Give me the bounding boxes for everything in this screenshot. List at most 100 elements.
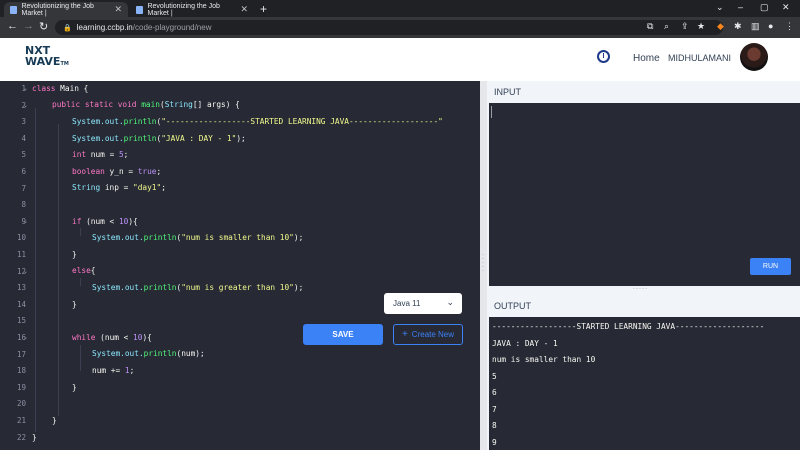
site-favicon-icon (136, 5, 144, 14)
browser-menu-icon[interactable]: ⋮ (785, 21, 794, 32)
user-name[interactable]: MIDHULAMANI (668, 53, 731, 63)
maximize-icon[interactable]: ▢ (760, 2, 769, 13)
line-number: 11 (16, 250, 26, 259)
language-select[interactable]: Java 11 ⌄ (384, 293, 462, 314)
indent-guide (58, 124, 59, 416)
code-line-6: boolean y_n = true; (72, 167, 162, 176)
code-line-17: System.out.println(num); (92, 349, 205, 358)
side-panel-icon[interactable]: ▥ (751, 21, 760, 32)
address-bar[interactable]: 🔒 learning.ccbp.in/code-playground/new (55, 20, 723, 35)
fold-chevron-icon[interactable]: ⌄ (23, 334, 28, 341)
fold-chevron-icon[interactable]: ⌄ (23, 218, 28, 225)
line-number: 3 (21, 117, 26, 127)
output-line: 5 (492, 372, 497, 381)
chevron-down-icon: ⌄ (446, 297, 454, 307)
new-tab-button[interactable]: + (260, 2, 267, 16)
code-line-12: else{ (72, 266, 96, 275)
code-line-3: System.out.println("------------------ST… (72, 117, 443, 126)
indent-guide (80, 345, 81, 371)
fold-chevron-icon[interactable]: ⌄ (23, 268, 28, 275)
back-icon[interactable]: ← (7, 20, 18, 32)
fold-chevron-icon[interactable]: ⌄ (23, 102, 28, 109)
code-line-22: } (32, 433, 37, 442)
code-line-5: int num = 5; (72, 150, 129, 159)
url-host: learning.ccbp.in (76, 23, 133, 32)
metamask-extension-icon[interactable]: ◆ (717, 21, 724, 32)
site-favicon-icon (10, 5, 18, 14)
url-path: /code-playground/new (132, 23, 212, 32)
output-console: ------------------STARTED LEARNING JAVA-… (489, 317, 800, 450)
line-number: 10 (16, 233, 26, 243)
line-number: 20 (16, 399, 26, 409)
code-line-14: } (72, 300, 77, 309)
indent-guide (80, 228, 81, 236)
profile-icon[interactable]: ● (768, 21, 773, 31)
code-line-9: if (num < 10){ (72, 217, 138, 226)
output-line: 8 (492, 421, 497, 430)
output-line: num is smaller than 10 (492, 355, 596, 364)
browser-tab-active[interactable]: Revolutionizing the Job Market | ✕ (4, 2, 128, 17)
reload-icon[interactable]: ↻ (39, 20, 48, 33)
code-line-16: while (num < 10){ (72, 333, 152, 342)
code-line-1: class Main { (32, 84, 89, 93)
app-header: NXT WAVETM Home MIDHULAMANI (0, 38, 800, 81)
forward-icon[interactable]: → (23, 20, 34, 32)
drag-handle-icon[interactable]: · · · · · (482, 252, 484, 274)
nxtwave-logo[interactable]: NXT WAVETM (25, 45, 69, 70)
close-tab-icon[interactable]: ✕ (240, 4, 248, 15)
code-line-10: System.out.println("num is smaller than … (92, 233, 304, 242)
window-close-icon[interactable]: ✕ (782, 2, 790, 13)
text-caret (491, 106, 492, 118)
browser-tab-strip: Revolutionizing the Job Market | ✕ Revol… (0, 0, 800, 17)
code-line-13: System.out.println("num is greater than … (92, 283, 304, 292)
line-number: 6 (21, 167, 26, 176)
home-link[interactable]: Home (633, 53, 660, 64)
save-button[interactable]: SAVE (303, 324, 383, 345)
close-tab-icon[interactable]: ✕ (114, 4, 122, 15)
output-line: 7 (492, 405, 497, 414)
line-number: 22 (16, 432, 26, 442)
line-number: 19 (16, 382, 26, 392)
code-line-7: String inp = "day1"; (72, 183, 166, 192)
output-line: 9 (492, 438, 497, 447)
avatar[interactable] (740, 43, 768, 71)
line-number-gutter: 1 ⌄ 2 ⌄ 3 4 5 6 7 8 9 ⌄ 10 11 12 ⌄ 13 14 15 16 ⌄ 17 18 19 20 21 22 (0, 81, 30, 450)
code-editor[interactable]: 1 ⌄ 2 ⌄ 3 4 5 6 7 8 9 ⌄ 10 11 12 ⌄ 13 14 15 16 ⌄ 17 18 19 20 21 22… (0, 81, 480, 450)
minimize-icon[interactable]: – (738, 2, 743, 12)
zoom-icon[interactable]: ⌕ (664, 21, 669, 32)
language-select-value: Java 11 (393, 299, 421, 308)
indent-guide (35, 108, 36, 432)
browser-tab[interactable]: Revolutionizing the Job Market | ✕ (130, 2, 254, 17)
output-line: ------------------STARTED LEARNING JAVA-… (492, 322, 765, 331)
code-line-19: } (72, 383, 77, 392)
lock-icon: 🔒 (63, 24, 72, 32)
code-line-4: System.out.println("JAVA : DAY - 1"); (72, 134, 246, 143)
line-number: 17 (16, 349, 26, 359)
logo-line2: WAVE (25, 55, 61, 68)
logo-tm: TM (60, 61, 69, 67)
horizontal-drag-handle-icon[interactable]: ····· (633, 286, 648, 292)
share-icon[interactable]: ⇪ (681, 21, 689, 32)
extensions-puzzle-icon[interactable]: ✱ (734, 21, 742, 32)
create-new-label: Create New (411, 330, 455, 339)
stopwatch-icon[interactable] (597, 50, 610, 63)
line-number: 5 (21, 150, 26, 160)
run-button[interactable]: RUN (750, 258, 791, 275)
line-number: 7 (21, 183, 26, 193)
line-number: 4 (21, 133, 26, 143)
output-line: 6 (492, 388, 497, 397)
open-in-app-icon[interactable]: ⧉ (647, 21, 653, 32)
tab-search-icon[interactable]: ⌄ (716, 2, 724, 13)
input-label: INPUT (494, 87, 521, 97)
line-number: 14 (16, 299, 26, 309)
line-number: 8 (21, 200, 26, 210)
bookmark-star-icon[interactable]: ★ (697, 21, 705, 32)
browser-toolbar: ← → ↻ 🔒 learning.ccbp.in/code-playground… (0, 17, 800, 38)
code-line-11: } (72, 250, 77, 259)
fold-chevron-icon[interactable]: ⌄ (23, 85, 28, 92)
create-new-button[interactable]: + Create New (393, 324, 463, 345)
code-line-2: public static void main(String[] args) { (52, 100, 240, 109)
tab-title: Revolutionizing the Job Market | (21, 2, 94, 17)
code-line-21: } (52, 416, 57, 425)
code-line-18: num += 1; (92, 366, 135, 375)
